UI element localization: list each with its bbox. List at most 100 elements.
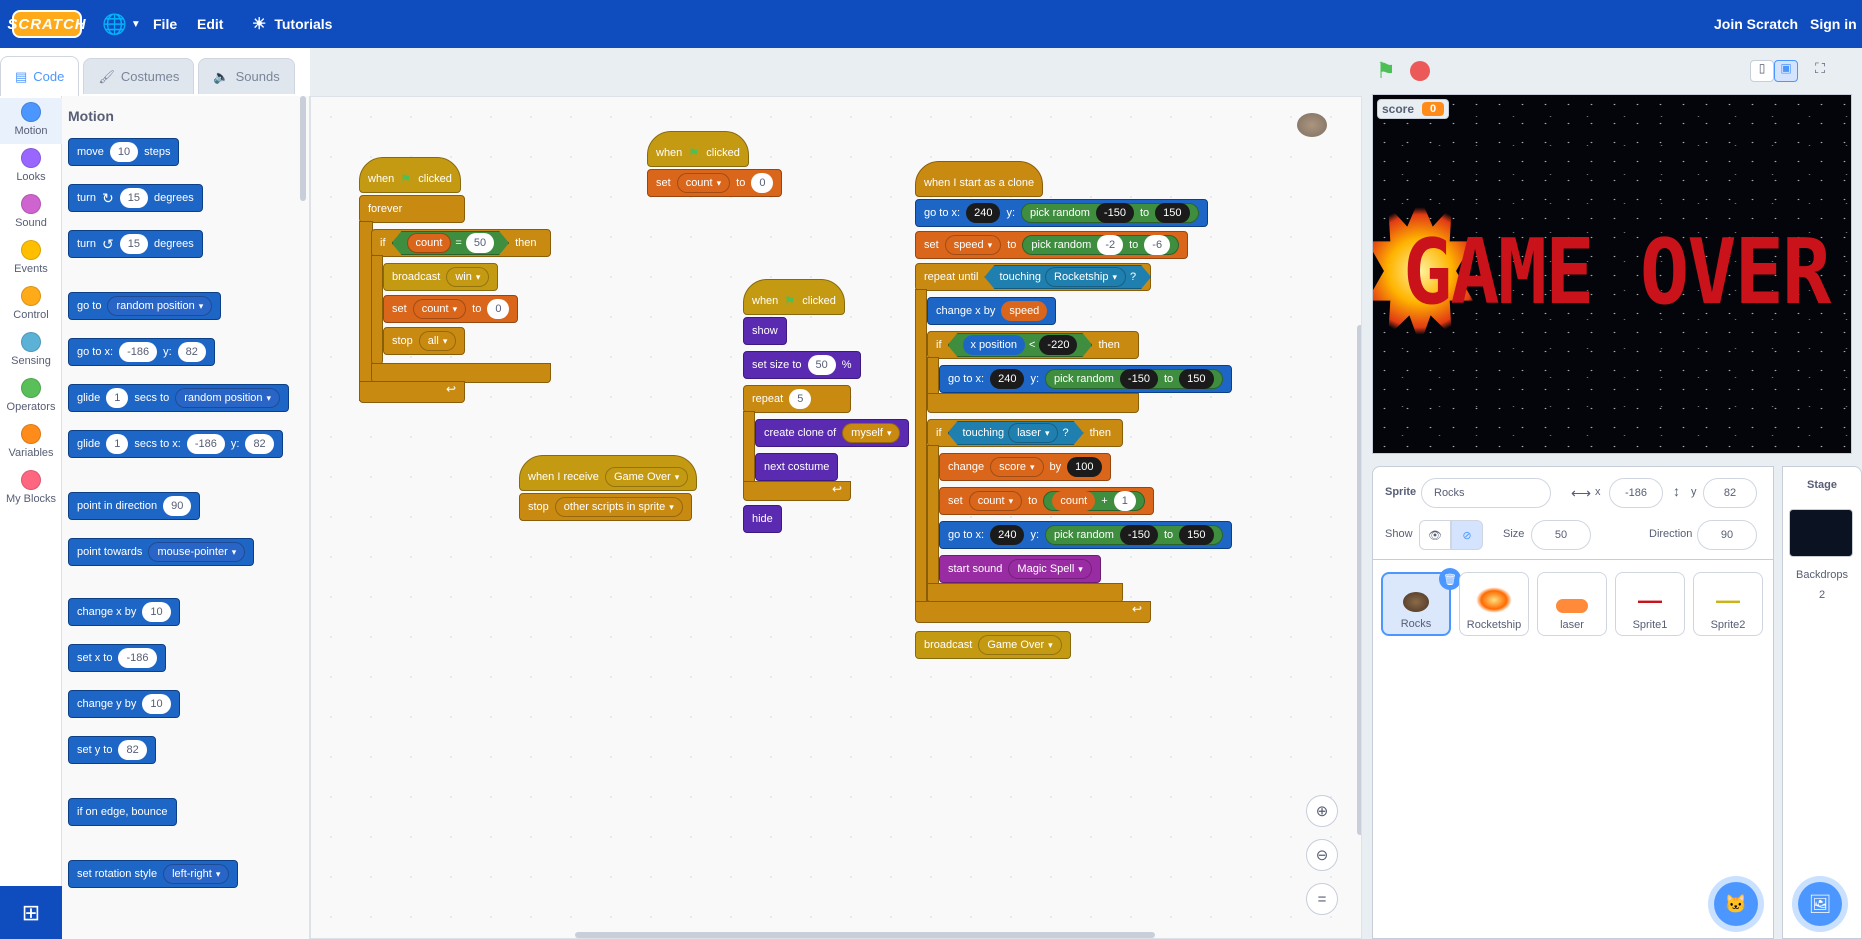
- block-input[interactable]: 10: [109, 142, 139, 162]
- block-input[interactable]: -150: [1119, 369, 1158, 389]
- backdrop-thumbnail[interactable]: [1789, 509, 1853, 557]
- block-dropdown[interactable]: Rocketship: [1045, 267, 1126, 287]
- equals-operator[interactable]: count = 50: [392, 231, 510, 255]
- add-operator[interactable]: count +1: [1043, 491, 1145, 511]
- join-scratch-link[interactable]: Join Scratch: [1714, 0, 1798, 48]
- block-dropdown[interactable]: win: [446, 267, 490, 287]
- stop-button[interactable]: [1410, 61, 1430, 81]
- block-input[interactable]: 15: [119, 234, 148, 254]
- set-variable-block[interactable]: set countto 0: [383, 295, 519, 323]
- block-dropdown[interactable]: other scripts in sprite: [554, 497, 683, 517]
- sprite-thumb-sprite1[interactable]: ▬▬▬ Sprite1: [1615, 572, 1685, 636]
- touching-sensing[interactable]: touchinglaser?: [948, 421, 1084, 445]
- when-i-receive-hat[interactable]: when I receive Game Over: [519, 455, 698, 491]
- palette-block-turn-right[interactable]: turn ↻ 15 degrees: [68, 184, 203, 212]
- category-sensing[interactable]: Sensing: [0, 328, 62, 374]
- block-input[interactable]: 1: [1113, 491, 1136, 511]
- block-input[interactable]: 82: [177, 342, 206, 362]
- repeat-block[interactable]: repeat 5: [743, 385, 851, 413]
- block-dropdown[interactable]: Game Over: [604, 467, 689, 487]
- goto-xy-block[interactable]: go to x: 240 y: pick random -150 to 150: [939, 365, 1232, 393]
- category-control[interactable]: Control: [0, 282, 62, 328]
- scratch-logo[interactable]: SCRATCH: [7, 10, 86, 38]
- block-input[interactable]: 10: [142, 694, 171, 714]
- palette-block-change-x[interactable]: change x by 10: [68, 598, 180, 626]
- block-input[interactable]: -186: [119, 342, 158, 362]
- speed-reporter[interactable]: speed: [1001, 301, 1048, 321]
- block-input[interactable]: 240: [966, 203, 1001, 223]
- choose-sprite-button[interactable]: 🐱: [1714, 882, 1758, 926]
- edit-menu[interactable]: Edit: [197, 0, 223, 48]
- touching-sensing[interactable]: touchingRocketship?: [984, 265, 1151, 289]
- workspace-vertical-scrollbar[interactable]: [1357, 325, 1361, 835]
- when-flag-clicked-hat[interactable]: when ⚑ clicked: [359, 157, 461, 193]
- palette-block-move[interactable]: move 10 steps: [68, 138, 180, 166]
- count-reporter[interactable]: count: [407, 233, 452, 253]
- show-visible-button[interactable]: 👁: [1419, 520, 1451, 550]
- large-stage-button[interactable]: ▣: [1774, 60, 1798, 82]
- file-menu[interactable]: File: [153, 0, 177, 48]
- sprite-name-input[interactable]: Rocks: [1421, 478, 1551, 508]
- block-dropdown[interactable]: random position: [175, 388, 281, 408]
- small-stage-button[interactable]: ▯: [1750, 60, 1774, 82]
- tab-sounds[interactable]: 🔈 Sounds: [198, 58, 295, 94]
- delete-sprite-button[interactable]: 🗑: [1439, 568, 1461, 590]
- workspace-horizontal-scrollbar[interactable]: [575, 932, 1155, 938]
- create-clone-block[interactable]: create clone of myself: [755, 419, 910, 447]
- block-input[interactable]: 15: [119, 188, 148, 208]
- direction-input[interactable]: 90: [1697, 520, 1757, 550]
- category-motion[interactable]: Motion: [0, 98, 62, 144]
- zoom-out-button[interactable]: ⊖: [1306, 839, 1338, 871]
- if-block[interactable]: if touchinglaser? then: [927, 419, 1123, 447]
- block-dropdown[interactable]: count: [412, 299, 467, 319]
- sprite-thumb-rocketship[interactable]: Rocketship: [1459, 572, 1529, 636]
- block-input[interactable]: 90: [163, 496, 192, 516]
- code-workspace[interactable]: when ⚑ clicked forever if count = 50 then broa…: [310, 96, 1362, 939]
- block-input[interactable]: 150: [1179, 369, 1214, 389]
- block-dropdown[interactable]: count: [968, 491, 1023, 511]
- show-block[interactable]: show: [743, 317, 787, 345]
- block-dropdown[interactable]: left-right: [163, 864, 230, 884]
- category-looks[interactable]: Looks: [0, 144, 62, 190]
- block-input[interactable]: 1: [106, 434, 129, 454]
- category-variables[interactable]: Variables: [0, 420, 62, 466]
- block-input[interactable]: 0: [487, 299, 510, 319]
- pick-random-reporter[interactable]: pick random -150 to 150: [1045, 369, 1223, 389]
- palette-block-point-direction[interactable]: point in direction 90: [68, 492, 201, 520]
- change-x-block[interactable]: change x by speed: [927, 297, 1057, 325]
- palette-block-turn-left[interactable]: turn ↺ 15 degrees: [68, 230, 203, 258]
- set-count-block[interactable]: setcounttocount+1: [939, 487, 1154, 515]
- green-flag-button[interactable]: ⚑: [1376, 58, 1396, 84]
- palette-scrollbar[interactable]: [300, 96, 306, 201]
- block-input[interactable]: -186: [118, 648, 157, 668]
- category-operators[interactable]: Operators: [0, 374, 62, 420]
- palette-block-change-y[interactable]: change y by 10: [68, 690, 180, 718]
- palette-block-bounce[interactable]: if on edge, bounce: [68, 798, 177, 826]
- stage-target-panel[interactable]: Stage Backdrops 2: [1782, 466, 1862, 939]
- set-variable-block[interactable]: set countto 0: [647, 169, 783, 197]
- category-my-blocks[interactable]: My Blocks: [0, 466, 62, 512]
- block-dropdown[interactable]: laser: [1008, 423, 1058, 443]
- sprite-thumb-laser[interactable]: laser: [1537, 572, 1607, 636]
- palette-block-set-y[interactable]: set y to 82: [68, 736, 156, 764]
- palette-block-point-towards[interactable]: point towards mouse-pointer: [68, 538, 255, 566]
- when-start-as-clone-hat[interactable]: when I start as a clone: [915, 161, 1044, 197]
- block-input[interactable]: -186: [186, 434, 225, 454]
- forever-block[interactable]: forever: [359, 195, 465, 223]
- block-input[interactable]: 100: [1067, 457, 1102, 477]
- block-input[interactable]: 5: [789, 389, 812, 409]
- block-input[interactable]: 150: [1179, 525, 1214, 545]
- block-dropdown[interactable]: myself: [842, 423, 901, 443]
- x-position-reporter[interactable]: x position: [963, 335, 1025, 355]
- start-sound-block[interactable]: start sound Magic Spell: [939, 555, 1101, 583]
- goto-xy-block[interactable]: go to x: 240 y: pick random -150 to 150: [915, 199, 1208, 227]
- pick-random-reporter[interactable]: pick random -150 to 150: [1045, 525, 1223, 545]
- palette-block-rotation-style[interactable]: set rotation style left-right: [68, 860, 239, 888]
- block-dropdown[interactable]: mouse-pointer: [148, 542, 246, 562]
- palette-block-goto[interactable]: go to random position: [68, 292, 222, 320]
- palette-block-set-x[interactable]: set x to -186: [68, 644, 166, 672]
- broadcast-block[interactable]: broadcast win: [383, 263, 499, 291]
- block-input[interactable]: 50: [466, 233, 494, 253]
- choose-backdrop-button[interactable]: 🖼: [1798, 882, 1842, 926]
- sign-in-link[interactable]: Sign in: [1810, 0, 1857, 48]
